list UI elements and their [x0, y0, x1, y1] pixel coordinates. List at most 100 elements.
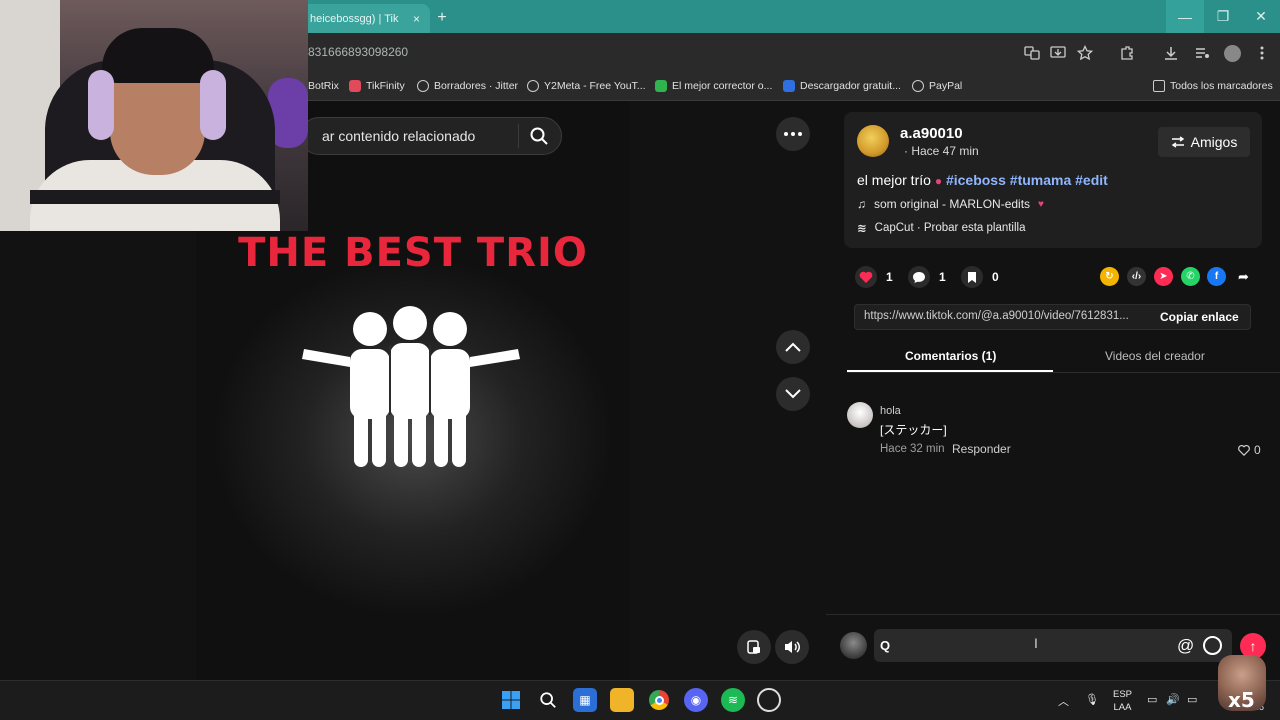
webcam-hair [102, 28, 214, 83]
facebook-icon[interactable]: f [1207, 267, 1226, 286]
author-avatar[interactable] [857, 125, 889, 157]
chevron-down-icon [785, 389, 801, 399]
url-field[interactable]: 831666893098260 [308, 45, 408, 59]
bookmark-item[interactable]: TikFinity [349, 77, 405, 95]
repost-icon[interactable]: ↻ [1100, 267, 1119, 286]
tab-title: heicebossgg) | Tik [310, 12, 399, 25]
microphone-icon[interactable]: 🎙 [1085, 693, 1099, 706]
floating-player-icon [747, 640, 760, 654]
comment-count-button[interactable]: 1 [908, 266, 946, 288]
translate-icon[interactable] [1022, 43, 1042, 63]
chrome-icon[interactable] [647, 688, 671, 712]
like-button[interactable]: 1 [855, 266, 893, 288]
send-to-friends-icon[interactable]: ➤ [1154, 267, 1173, 286]
obs-icon[interactable] [757, 688, 781, 712]
whatsapp-icon[interactable]: ✆ [1181, 267, 1200, 286]
minimize-button[interactable]: — [1166, 0, 1204, 33]
previous-video-button[interactable] [776, 330, 810, 364]
emoji-icon[interactable] [1203, 636, 1222, 655]
embed-icon[interactable]: ‹/› [1127, 267, 1146, 286]
volume-icon [785, 641, 800, 653]
media-control-icon[interactable] [1192, 43, 1212, 63]
hashtag-link[interactable]: #iceboss [946, 172, 1006, 188]
reply-button[interactable]: Responder [952, 442, 1011, 456]
heart-outline-icon [1238, 444, 1250, 456]
battery-icon[interactable]: ▭ [1187, 693, 1197, 706]
bookmark-item[interactable]: PayPal [912, 77, 962, 95]
chevron-up-icon [785, 342, 801, 352]
comment-time: Hace 32 min [880, 443, 945, 455]
heart-emoji-icon: ♥ [1038, 198, 1044, 210]
tab-creator-videos[interactable]: Videos del creador [1105, 349, 1205, 363]
webcam-headset [200, 70, 226, 140]
install-app-icon[interactable] [1048, 43, 1068, 63]
downloads-icon[interactable] [1161, 43, 1181, 63]
globe-icon [417, 80, 429, 92]
my-avatar [840, 632, 867, 659]
mention-button[interactable]: @ [1177, 636, 1194, 656]
search-input-text[interactable]: ar contenido relacionado [322, 128, 475, 144]
tray-overflow-icon[interactable]: ︿ [1058, 693, 1069, 709]
floating-player-button[interactable] [737, 630, 771, 664]
profile-avatar-icon[interactable] [1222, 43, 1242, 63]
comment-bubble-icon [908, 266, 930, 288]
tab-comments[interactable]: Comentarios (1) [905, 349, 996, 363]
language-indicator[interactable]: ESP LAA [1113, 688, 1132, 714]
folder-icon [1153, 80, 1165, 92]
hashtag-link[interactable]: #tumama [1010, 172, 1071, 188]
volume-button[interactable] [775, 630, 809, 664]
comment-author[interactable]: hola [880, 405, 901, 417]
next-video-button[interactable] [776, 377, 810, 411]
new-tab-button[interactable]: + [432, 8, 452, 28]
speaker-icon[interactable]: 🔊 [1166, 693, 1180, 706]
sticker-label: x5 [1228, 688, 1255, 712]
save-button[interactable]: 0 [961, 266, 999, 288]
browser-tab[interactable]: heicebossgg) | Tik × [300, 4, 430, 33]
music-link[interactable]: ♫ som original - MARLON-edits ♥ [857, 197, 1044, 211]
comment-input-value[interactable]: Q [880, 638, 890, 653]
copy-link-button[interactable]: Copiar enlace [1160, 310, 1239, 324]
file-explorer-icon[interactable] [610, 688, 634, 712]
capcut-link[interactable]: ≋ CapCut · Probar esta plantilla [857, 221, 1026, 235]
friends-label: Amigos [1190, 134, 1238, 150]
bookmark-item[interactable]: Borradores · Jitter [417, 77, 518, 95]
hashtag-link[interactable]: #edit [1075, 172, 1108, 188]
downloader-icon [783, 80, 795, 92]
ellipsis-icon [784, 132, 802, 136]
heart-icon [855, 266, 877, 288]
all-bookmarks-button[interactable]: Todos los marcadores [1153, 77, 1273, 95]
friends-button[interactable]: Amigos [1158, 127, 1250, 157]
author-username[interactable]: a.a90010 [900, 125, 963, 142]
store-icon[interactable]: ▦ [573, 688, 597, 712]
bookmark-star-icon[interactable] [1075, 43, 1095, 63]
search-icon[interactable] [529, 126, 549, 146]
video-link-text[interactable]: https://www.tiktok.com/@a.a90010/video/7… [864, 310, 1146, 322]
maximize-button[interactable]: ❐ [1204, 0, 1242, 33]
bookmark-item[interactable]: Y2Meta - Free YouT... [527, 77, 646, 95]
network-icon[interactable]: ▭ [1147, 693, 1157, 706]
start-icon[interactable] [499, 688, 523, 712]
comment-like-button[interactable]: 0 [1238, 443, 1261, 457]
input-divider [826, 614, 1280, 615]
text-cursor-icon: I [1034, 635, 1038, 651]
discord-icon[interactable]: ◉ [684, 688, 708, 712]
spotify-icon[interactable]: ≋ [721, 688, 745, 712]
share-arrow-icon[interactable]: ➦ [1234, 267, 1253, 286]
more-options-button[interactable] [776, 117, 810, 151]
bookmark-item[interactable]: El mejor corrector o... [655, 77, 772, 95]
tab-close-icon[interactable]: × [413, 12, 420, 26]
close-window-button[interactable]: ✕ [1242, 0, 1280, 33]
post-description: el mejor trío ● #iceboss #tumama #edit [857, 172, 1108, 188]
music-note-icon: ♫ [857, 197, 866, 211]
taskbar-search-icon[interactable] [536, 688, 560, 712]
search-divider [518, 124, 519, 148]
bookmark-item[interactable]: Descargador gratuit... [783, 77, 901, 95]
browser-menu-icon[interactable] [1252, 43, 1272, 63]
commenter-avatar[interactable] [847, 402, 873, 428]
webcam-overlay [0, 0, 308, 231]
arrow-up-icon: ↑ [1249, 638, 1257, 654]
bookmark-icon [961, 266, 983, 288]
bookmark-item[interactable]: BotRix [308, 77, 339, 95]
extensions-icon[interactable] [1117, 43, 1137, 63]
trio-figures-image [302, 306, 520, 467]
